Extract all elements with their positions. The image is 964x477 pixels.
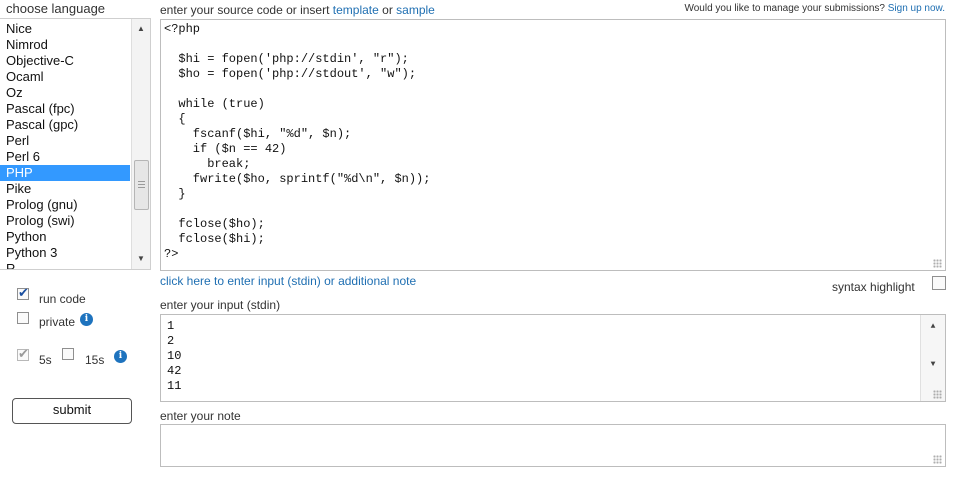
stdin-text: 1 2 10 42 11	[167, 319, 182, 393]
note-resize-handle-icon[interactable]	[933, 455, 942, 464]
source-header: enter your source code or insert templat…	[160, 3, 435, 17]
note-label: enter your note	[160, 409, 241, 423]
language-option[interactable]: Perl 6	[0, 149, 130, 165]
stdin-scroll-up-icon[interactable]: ▲	[921, 319, 945, 335]
language-list: NemerleNiceNimrodObjective-COcamlOzPasca…	[0, 19, 130, 269]
stdin-label: enter your input (stdin)	[160, 298, 281, 312]
private-info-icon[interactable]: i	[80, 313, 93, 326]
stdin-scrollbar[interactable]: ▲ ▼	[920, 315, 945, 401]
or-text: or	[382, 3, 393, 17]
language-option[interactable]: Ocaml	[0, 69, 130, 85]
syntax-highlight-label: syntax highlight	[832, 280, 915, 294]
language-select[interactable]: NemerleNiceNimrodObjective-COcamlOzPasca…	[0, 18, 151, 270]
language-option[interactable]: R	[0, 261, 130, 269]
run-code-checkbox[interactable]	[17, 285, 29, 301]
sample-link[interactable]: sample	[396, 3, 435, 17]
time-info-icon[interactable]: i	[114, 350, 127, 363]
manage-text: Would you like to manage your submission…	[684, 3, 885, 14]
private-checkbox[interactable]	[17, 312, 29, 324]
language-option[interactable]: Oz	[0, 85, 130, 101]
language-option[interactable]: Pike	[0, 181, 130, 197]
time-15s-label: 15s	[85, 353, 105, 367]
language-option[interactable]: PHP	[0, 165, 130, 181]
note-text	[161, 425, 945, 433]
choose-language-label: choose language	[6, 1, 106, 16]
scroll-down-icon[interactable]: ▼	[132, 251, 150, 267]
language-option[interactable]: Python 3	[0, 245, 130, 261]
signup-link[interactable]: Sign up now.	[888, 3, 945, 14]
time-5s-checkbox[interactable]	[17, 346, 29, 362]
language-option[interactable]: Prolog (swi)	[0, 213, 130, 229]
language-option[interactable]: Python	[0, 229, 130, 245]
language-option[interactable]: Pascal (fpc)	[0, 101, 130, 117]
submit-button[interactable]: submit	[12, 398, 132, 424]
manage-submissions: Would you like to manage your submission…	[684, 3, 945, 14]
language-option[interactable]: Pascal (gpc)	[0, 117, 130, 133]
stdin-input[interactable]: 1 2 10 42 11 ▲ ▼	[160, 314, 946, 402]
scroll-up-icon[interactable]: ▲	[132, 21, 150, 37]
template-link[interactable]: template	[333, 3, 379, 17]
stdin-toggle-link[interactable]: click here to enter input (stdin) or add…	[160, 274, 416, 288]
resize-handle-icon[interactable]	[933, 259, 942, 268]
source-prefix-text: enter your source code or insert	[160, 3, 330, 17]
language-option[interactable]: Perl	[0, 133, 130, 149]
source-code-text: <?php $hi = fopen('php://stdin', "r"); $…	[164, 22, 431, 261]
language-option[interactable]: Nice	[0, 21, 130, 37]
syntax-highlight-checkbox[interactable]	[932, 276, 946, 290]
time-15s-checkbox[interactable]	[62, 348, 74, 360]
note-input[interactable]	[160, 424, 946, 467]
language-scrollbar[interactable]: ▲ ▼	[131, 19, 150, 269]
private-label: private	[39, 315, 76, 329]
stdin-resize-handle-icon[interactable]	[933, 390, 942, 399]
language-option[interactable]: Nimrod	[0, 37, 130, 53]
language-option[interactable]: Prolog (gnu)	[0, 197, 130, 213]
scroll-thumb[interactable]	[134, 160, 149, 210]
stdin-scroll-down-icon[interactable]: ▼	[921, 357, 945, 373]
time-5s-label: 5s	[39, 353, 52, 367]
source-code-editor[interactable]: <?php $hi = fopen('php://stdin', "r"); $…	[160, 19, 946, 271]
language-option[interactable]: Objective-C	[0, 53, 130, 69]
run-code-label: run code	[39, 292, 86, 306]
